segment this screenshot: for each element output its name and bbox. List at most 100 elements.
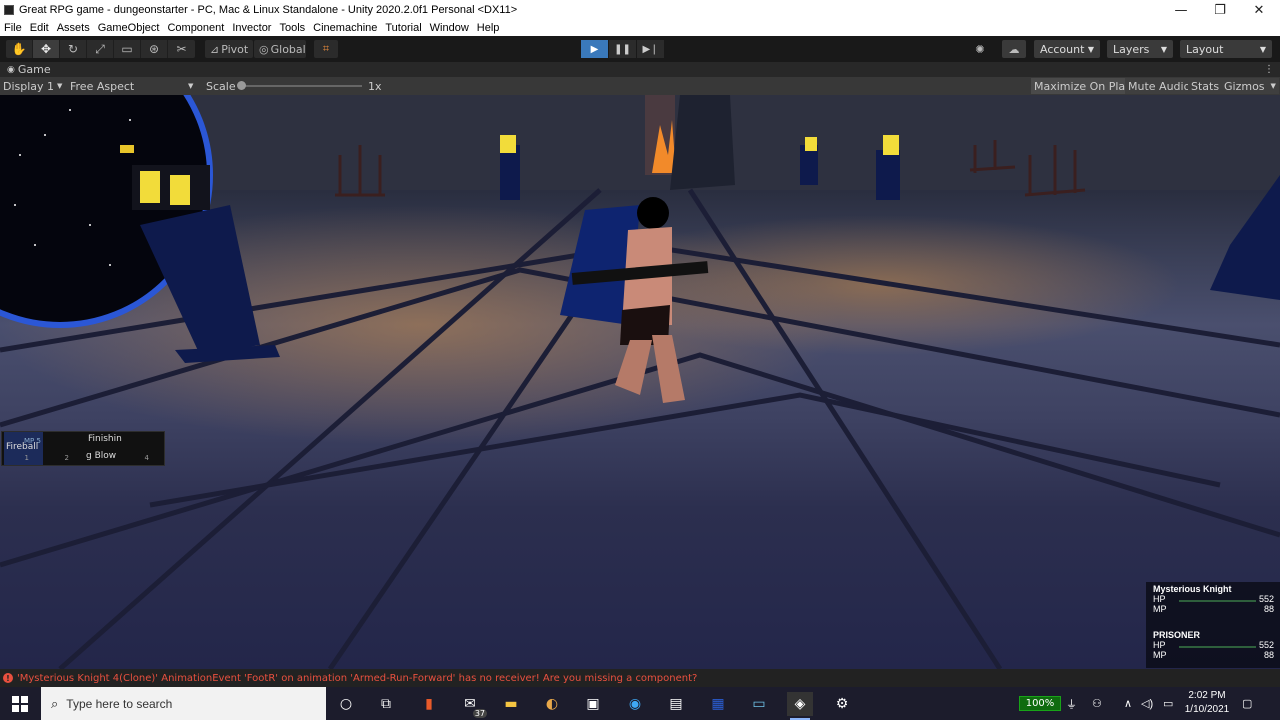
skill-name: Finishin (88, 434, 122, 444)
powerpoint-icon[interactable]: ▮ (416, 692, 442, 716)
skill-slot-2[interactable]: 2 (44, 432, 83, 465)
menu-component[interactable]: Component (167, 22, 224, 34)
store-icon[interactable]: ▣ (580, 692, 606, 716)
chevron-up-icon[interactable]: ∧ (1124, 687, 1132, 720)
settings-gear-icon[interactable]: ⚙ (829, 692, 855, 716)
windows-start-button[interactable] (0, 687, 40, 720)
chevron-down-icon: ▼ (1087, 44, 1094, 54)
chevron-down-icon: ▼ (1270, 82, 1276, 90)
pivot-toggle[interactable]: ⊿ Pivot (205, 40, 253, 58)
remote-desktop-icon[interactable]: ▭ (746, 692, 772, 716)
menu-invector[interactable]: Invector (232, 22, 271, 34)
rotate-tool-icon[interactable]: ↻ (60, 40, 87, 58)
scale-slider-track[interactable] (238, 85, 362, 87)
scale-slider-handle[interactable] (237, 81, 246, 90)
skill-bar: MP 5 Fireball 1 2 Finishin g Blow 4 (1, 431, 165, 466)
minimize-button[interactable]: — (1161, 0, 1201, 20)
skill-key: 4 (144, 454, 149, 462)
game-viewport[interactable]: MP 5 Fireball 1 2 Finishin g Blow 4 Myst… (0, 95, 1280, 669)
party-member: PRISONER HP 552 MP 88 (1153, 630, 1274, 660)
unity-icon[interactable]: ◈ (787, 692, 813, 720)
skill-slot-4[interactable]: 4 (124, 432, 163, 465)
custom-tool-icon[interactable]: ✂ (168, 40, 195, 58)
scale-value: 1x (368, 79, 382, 93)
windows-taskbar: ⌕ Type here to search ○ ⧉ ▮ ✉ 37 ▬ ◐ ▣ ◉… (0, 687, 1280, 720)
move-tool-icon[interactable]: ✥ (33, 40, 60, 58)
menu-help[interactable]: Help (477, 22, 500, 34)
display-select[interactable]: Display 1 ▼ (3, 79, 63, 93)
hand-tool-icon[interactable]: ✋ (6, 40, 33, 58)
layout-label: Layout (1186, 42, 1224, 56)
maximize-on-play-toggle[interactable]: Maximize On Play (1031, 78, 1135, 94)
skill-slot-3[interactable]: Finishin g Blow (84, 432, 123, 465)
sun-icon[interactable]: ✺ (968, 40, 992, 58)
taskbar-clock[interactable]: 2:02 PM 1/10/2021 (1182, 689, 1232, 717)
gizmos-toggle[interactable]: Gizmos ▼ (1221, 78, 1279, 94)
people-icon[interactable]: ⚇ (1092, 687, 1102, 720)
chevron-down-icon: ▼ (57, 82, 63, 90)
taskbar-search-box[interactable]: ⌕ Type here to search (41, 687, 326, 720)
layout-dropdown[interactable]: Layout ▼ (1180, 40, 1272, 58)
battery-icon[interactable]: ▭ (1163, 687, 1173, 720)
menu-file[interactable]: File (4, 22, 22, 34)
game-tab-row: ◉ Game ⋮ (0, 62, 1280, 77)
menu-cinemachine[interactable]: Cinemachine (313, 22, 377, 34)
playback-controls: ▶ ❚❚ ▶❘ (581, 40, 665, 58)
mp-row: MP 88 (1153, 604, 1274, 614)
photos-icon[interactable]: ▤ (663, 692, 689, 716)
menu-gameobject[interactable]: GameObject (98, 22, 160, 34)
tab-game[interactable]: Game (18, 63, 51, 76)
menu-window[interactable]: Window (430, 22, 469, 34)
rect-tool-icon[interactable]: ▭ (114, 40, 141, 58)
notification-icon[interactable]: ▢ (1242, 687, 1252, 720)
file-explorer-icon[interactable]: ▬ (498, 692, 524, 716)
menu-assets[interactable]: Assets (57, 22, 90, 34)
mute-audio-toggle[interactable]: Mute Audio (1125, 78, 1194, 94)
account-label: Account (1040, 42, 1085, 56)
menu-tools[interactable]: Tools (279, 22, 305, 34)
scale-tool-icon[interactable]: ⤢ (87, 40, 114, 58)
task-view-icon[interactable]: ⧉ (373, 692, 399, 716)
title-bar: Great RPG game - dungeonstarter - PC, Ma… (0, 0, 1280, 20)
play-icon[interactable]: ▶ (581, 40, 608, 58)
skill-slot-1[interactable]: MP 5 Fireball 1 (4, 432, 43, 465)
step-icon[interactable]: ▶❘ (637, 40, 664, 58)
mail-icon[interactable]: ✉ 37 (457, 692, 487, 718)
menu-tutorial[interactable]: Tutorial (385, 22, 421, 34)
hp-row: HP 552 (1153, 594, 1274, 604)
close-button[interactable]: ✕ (1239, 0, 1279, 20)
main-toolbar: ✋ ✥ ↻ ⤢ ▭ ⊛ ✂ ⊿ Pivot ◎ Global ⌗ ▶ ❚❚ ▶❘… (0, 36, 1280, 62)
kebab-menu-icon[interactable]: ⋮ (1264, 64, 1274, 75)
mp-value: 88 (1263, 604, 1274, 614)
maximize-button[interactable]: ❐ (1200, 0, 1240, 20)
statue (670, 95, 735, 190)
layers-dropdown[interactable]: Layers ▼ (1107, 40, 1173, 58)
cortana-icon[interactable]: ○ (333, 692, 359, 716)
grid-snap-icon[interactable]: ⌗ (314, 40, 338, 58)
volume-icon[interactable]: ◁) (1141, 687, 1153, 720)
search-icon: ⌕ (51, 695, 59, 711)
account-dropdown[interactable]: Account ▼ (1034, 40, 1100, 58)
edge-icon[interactable]: ◉ (622, 692, 648, 716)
stats-toggle[interactable]: Stats (1188, 78, 1223, 94)
pause-icon[interactable]: ❚❚ (609, 40, 636, 58)
menu-edit[interactable]: Edit (30, 22, 49, 34)
pillar (1210, 175, 1280, 300)
console-status-bar[interactable]: ! 'Mysterious Knight 4(Clone)' Animation… (0, 669, 1280, 687)
cloud-icon[interactable]: ☁ (1002, 40, 1026, 58)
transform-tool-icon[interactable]: ⊛ (141, 40, 168, 58)
dungeon-scene (0, 95, 1280, 669)
global-toggle[interactable]: ◎ Global (254, 40, 306, 58)
plug-icon: ⏚ (1066, 698, 1077, 711)
aspect-select[interactable]: Free Aspect ▼ (70, 79, 198, 93)
menu-bar: File Edit Assets GameObject Component In… (0, 20, 1280, 36)
mp-value: 88 (1263, 650, 1274, 660)
clock-time: 2:02 PM (1188, 690, 1226, 701)
search-placeholder: Type here to search (66, 696, 173, 711)
blender-icon[interactable]: ◐ (539, 692, 565, 716)
unity-app-icon (4, 5, 14, 15)
mp-label: MP (1153, 650, 1167, 660)
gamepad-icon: ◉ (7, 64, 15, 75)
hp-bar (1179, 646, 1256, 648)
word-icon[interactable]: ▦ (705, 692, 731, 716)
